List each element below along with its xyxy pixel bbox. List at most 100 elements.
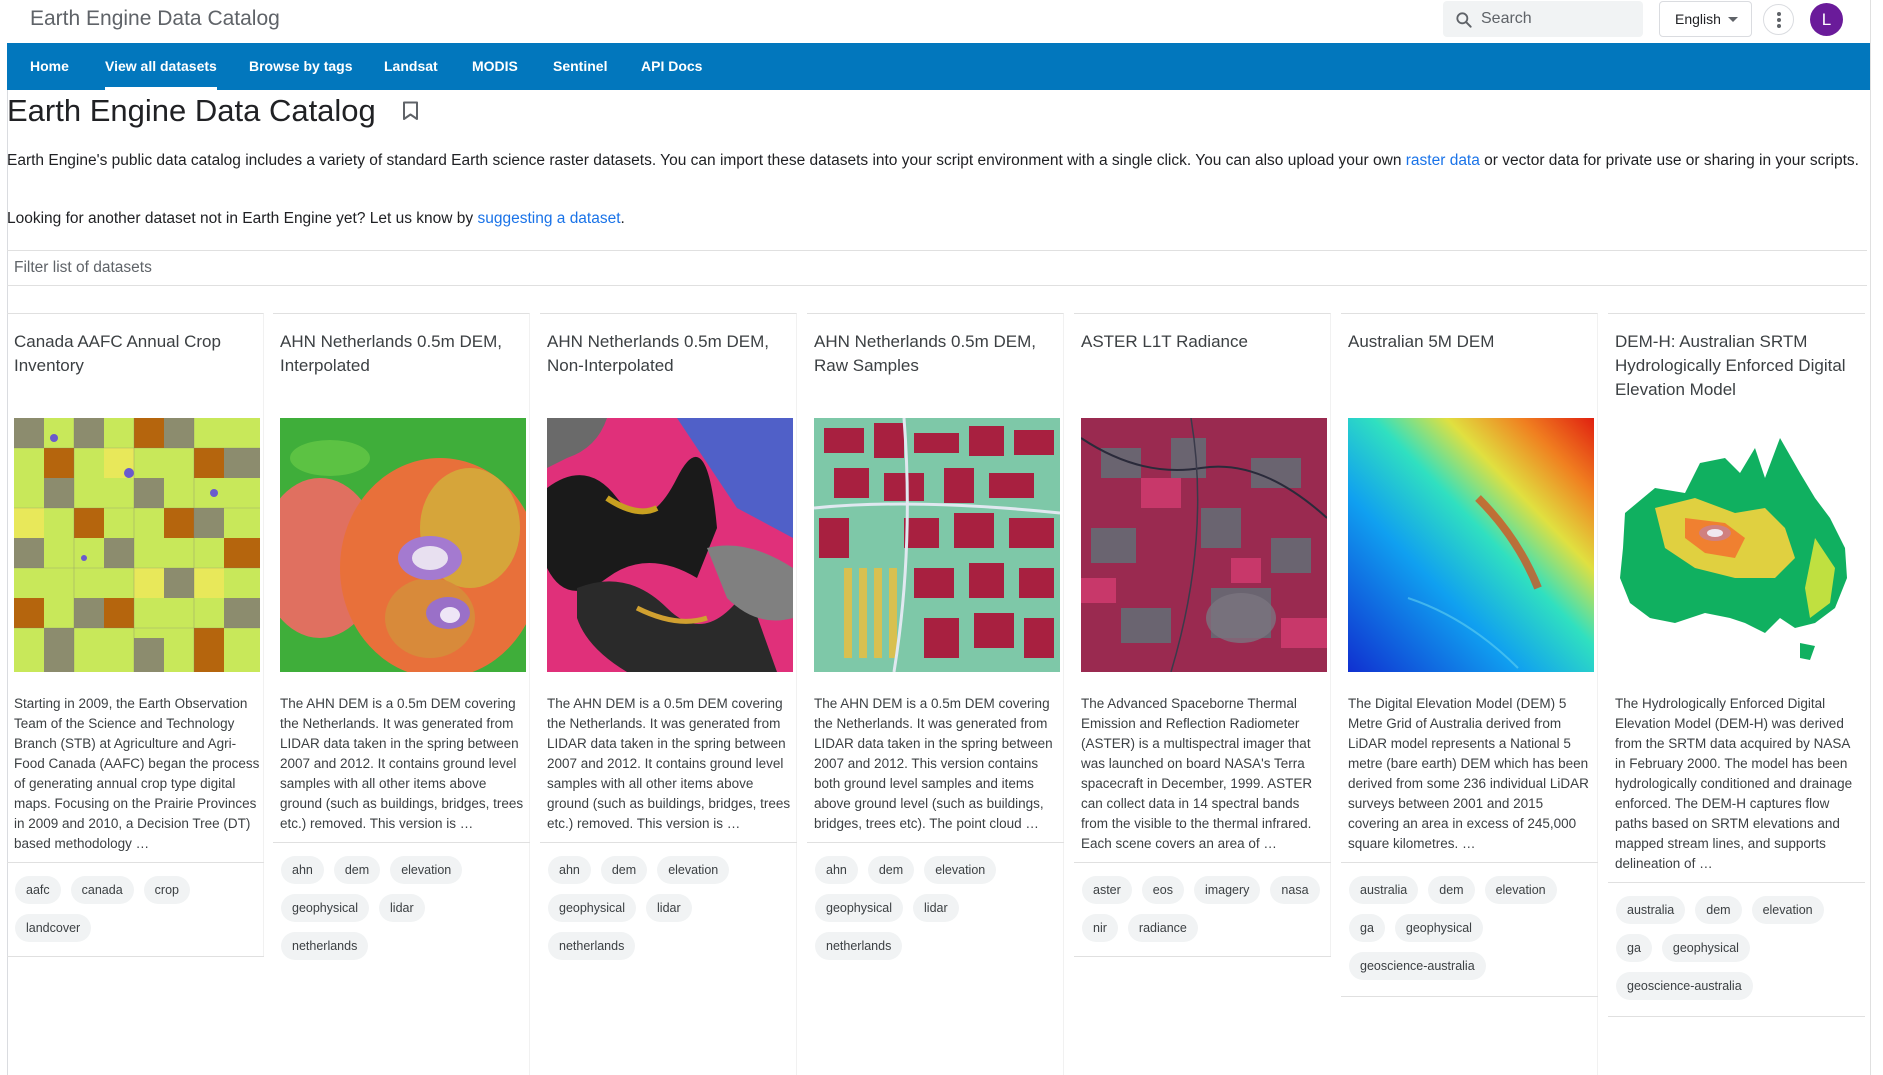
dataset-thumbnail-ahn-raw[interactable] [814,418,1060,672]
site-title[interactable]: Earth Engine Data Catalog [30,7,280,31]
dataset-card[interactable]: Australian 5M DEM The Digital Elevation … [1341,313,1598,1075]
tag-chip[interactable]: lidar [379,894,425,922]
tag-chip[interactable]: geophysical [281,894,370,922]
nav-view-all-datasets[interactable]: View all datasets [105,43,217,90]
tag-chip[interactable]: dem [333,856,381,884]
intro-text-end: or vector data for private use or sharin… [1479,152,1859,169]
tag-chip[interactable]: nasa [1270,876,1320,904]
nav-sentinel[interactable]: Sentinel [553,43,607,90]
filter-input[interactable] [14,251,614,285]
nav-browse-by-tags[interactable]: Browse by tags [249,43,352,90]
dataset-description: The AHN DEM is a 0.5m DEM covering the N… [814,696,1053,831]
card-divider [540,842,797,843]
dataset-thumbnail-ahn-non-interpolated[interactable] [547,418,793,672]
tag-chip[interactable]: eos [1141,876,1184,904]
tag-chip[interactable]: australia [1349,876,1419,904]
dataset-thumbnail-aster[interactable] [1081,418,1327,672]
tag-chip[interactable]: elevation [390,856,463,884]
dataset-card[interactable]: ASTER L1T Radiance The Advanced Spacebor… [1074,313,1332,957]
tag-chip[interactable]: elevation [1751,896,1824,924]
tag-chip[interactable]: geophysical [1661,934,1750,962]
main-nav: Home View all datasets Browse by tags La… [7,43,1870,90]
tag-chip[interactable]: radiance [1127,914,1198,942]
tag-chip[interactable]: geoscience-australia [1349,952,1486,980]
tag-chip[interactable]: geophysical [548,894,637,922]
intro-text: Earth Engine's public data catalog inclu… [7,152,1406,169]
tag-chip[interactable]: imagery [1193,876,1261,904]
dataset-card[interactable]: AHN Netherlands 0.5m DEM, Interpolated T… [273,313,530,1075]
nav-home[interactable]: Home [30,43,69,90]
dataset-description: Starting in 2009, the Earth Observation … [14,696,260,851]
more-options-button[interactable] [1763,4,1794,35]
dataset-card[interactable]: DEM-H: Australian SRTM Hydrologically En… [1608,313,1865,1075]
tag-chip[interactable]: netherlands [281,932,369,960]
raster-data-link[interactable]: raster data [1406,152,1480,169]
tag-chip[interactable]: nir [1082,914,1118,942]
avatar[interactable]: L [1810,3,1843,36]
dataset-card[interactable]: AHN Netherlands 0.5m DEM, Non-Interpolat… [540,313,797,1075]
tag-chip[interactable]: elevation [924,856,997,884]
tag-list: ahn dem elevation geophysical lidar neth… [548,856,798,970]
tag-chip[interactable]: australia [1616,896,1686,924]
tag-list: aafc canada crop landcover [15,876,265,952]
dataset-description: The AHN DEM is a 0.5m DEM covering the N… [280,696,524,831]
suggest-dataset-link[interactable]: suggesting a dataset [477,210,620,227]
dataset-description: The Digital Elevation Model (DEM) 5 Metr… [1348,696,1589,851]
language-select[interactable]: English [1659,1,1752,37]
tag-chip[interactable]: geoscience-australia [1616,972,1753,1000]
dataset-title[interactable]: ASTER L1T Radiance [1081,330,1326,354]
tag-list: aster eos imagery nasa nir radiance [1082,876,1332,952]
tag-chip[interactable]: dem [867,856,915,884]
tag-chip[interactable]: ahn [815,856,858,884]
tag-chip[interactable]: lidar [913,894,959,922]
tag-chip[interactable]: netherlands [815,932,903,960]
dataset-card[interactable]: Canada AAFC Annual Crop Inventory Starti… [7,313,265,957]
dataset-thumbnail-crop-map[interactable] [14,418,260,672]
tag-chip[interactable]: dem [1695,896,1742,924]
tag-chip[interactable]: ga [1349,914,1385,942]
tag-chip[interactable]: ahn [281,856,324,884]
bookmark-icon[interactable] [402,101,419,121]
tag-chip[interactable]: geophysical [815,894,904,922]
nav-modis[interactable]: MODIS [472,43,518,90]
tag-chip[interactable]: aafc [15,876,61,904]
dataset-thumbnail-ahn-interpolated[interactable] [280,418,526,672]
dataset-thumbnail-dem-h-australia[interactable] [1615,418,1861,672]
card-divider [7,862,264,863]
tag-list: australia dem elevation ga geophysical g… [1349,876,1599,990]
card-divider [1074,862,1331,863]
search-box[interactable] [1443,1,1643,37]
tag-chip[interactable]: dem [1428,876,1475,904]
nav-landsat[interactable]: Landsat [384,43,438,90]
tag-chip[interactable]: landcover [15,914,92,942]
search-input[interactable] [1481,1,1636,37]
tag-chip[interactable]: elevation [657,856,730,884]
tag-chip[interactable]: geophysical [1394,914,1483,942]
chevron-down-icon [1728,17,1738,22]
dataset-title[interactable]: Canada AAFC Annual Crop Inventory [14,330,259,378]
tag-chip[interactable]: ahn [548,856,591,884]
card-bottom-border [1608,1016,1865,1017]
tag-chip[interactable]: aster [1082,876,1132,904]
dataset-card[interactable]: AHN Netherlands 0.5m DEM, Raw Samples Th… [807,313,1064,1075]
tag-chip[interactable]: ga [1616,934,1652,962]
language-label: English [1675,11,1721,27]
tag-chip[interactable]: canada [70,876,134,904]
dataset-description: The AHN DEM is a 0.5m DEM covering the N… [547,696,791,831]
dataset-title[interactable]: AHN Netherlands 0.5m DEM, Non-Interpolat… [547,330,792,378]
more-vert-icon-dot [1777,18,1781,22]
card-bottom-border [1074,956,1331,957]
dataset-title[interactable]: DEM-H: Australian SRTM Hydrologically En… [1615,330,1860,402]
tag-list: ahn dem elevation geophysical lidar neth… [815,856,1065,970]
tag-chip[interactable]: elevation [1484,876,1557,904]
tag-chip[interactable]: netherlands [548,932,636,960]
dataset-thumbnail-australian-5m-dem[interactable] [1348,418,1594,672]
dataset-title[interactable]: AHN Netherlands 0.5m DEM, Interpolated [280,330,525,378]
nav-api-docs[interactable]: API Docs [641,43,702,90]
tag-chip[interactable]: dem [600,856,648,884]
tag-chip[interactable]: crop [143,876,190,904]
page-title: Earth Engine Data Catalog [7,93,376,128]
dataset-title[interactable]: AHN Netherlands 0.5m DEM, Raw Samples [814,330,1059,378]
tag-chip[interactable]: lidar [646,894,692,922]
dataset-title[interactable]: Australian 5M DEM [1348,330,1593,354]
